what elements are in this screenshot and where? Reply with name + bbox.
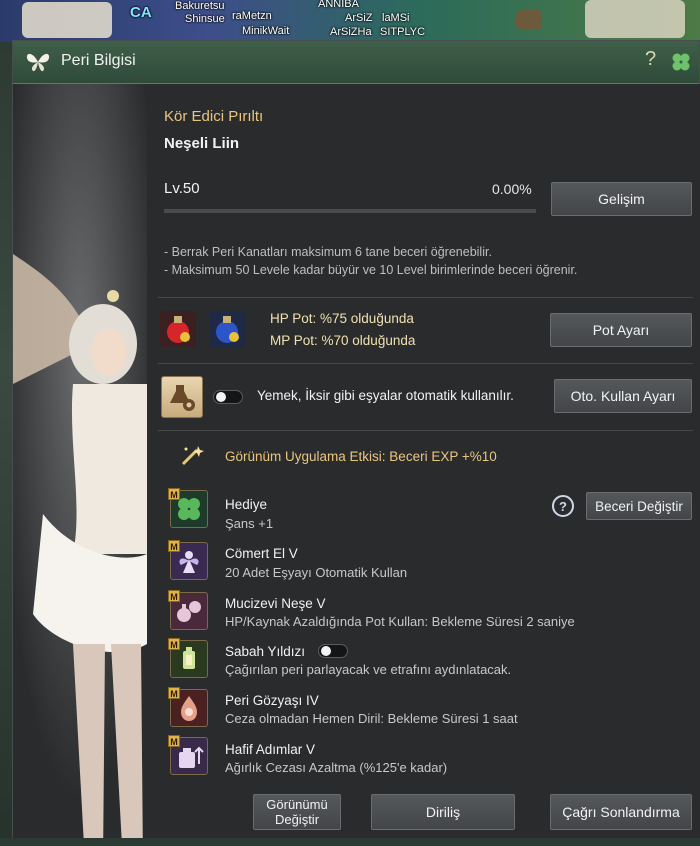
potion-settings-button[interactable]: Pot Ayarı [550, 313, 692, 347]
morning-star-toggle[interactable] [318, 644, 348, 658]
toggle-knob [216, 392, 226, 402]
master-badge: M [168, 735, 180, 747]
player-tag: laMSi [382, 12, 410, 24]
skill-desc: Ağırlık Cezası Azaltma (%125'e kadar) [225, 760, 448, 775]
player-tag: Bakuretsu [175, 0, 225, 12]
auto-use-toggle[interactable] [213, 390, 243, 404]
auto-use-settings-button[interactable]: Oto. Kullan Ayarı [554, 379, 692, 413]
peri-level: Lv.50 [164, 180, 200, 197]
master-badge: M [168, 488, 180, 500]
end-summon-button[interactable]: Çağrı Sonlandırma [550, 794, 692, 830]
skill-title: Mucizevi Neşe V [225, 596, 326, 611]
skill-title: Sabah Yıldızı [225, 644, 306, 659]
change-skill-button[interactable]: Beceri Değiştir [586, 492, 692, 520]
player-tag: ANNIBA [318, 0, 359, 10]
skill-help-icon[interactable]: ? [552, 495, 574, 517]
level-progress-text: 0.00% [492, 181, 532, 197]
arrow-icon [516, 10, 542, 30]
skill-desc: Ceza olmadan Hemen Diril: Bekleme Süresi… [225, 711, 518, 726]
skill-title: Cömert El V [225, 546, 298, 561]
auto-use-icon [161, 376, 203, 418]
level-progress-bar [164, 209, 536, 213]
change-appearance-button[interactable]: Görünümü Değiştir [253, 794, 341, 830]
pet-icons [22, 2, 112, 38]
revive-button[interactable]: Diriliş [371, 794, 515, 830]
potion-gear-icon [170, 385, 195, 411]
develop-button[interactable]: Gelişim [551, 182, 692, 216]
skill-title: Hafif Adımlar V [225, 742, 316, 757]
toggle-knob [321, 646, 331, 656]
guild-tag: CA [130, 4, 152, 21]
game-world-edge [0, 42, 12, 846]
hp-potion-icon [160, 311, 196, 347]
master-badge: M [168, 540, 180, 552]
peri-name: Neşeli Liin [164, 135, 240, 152]
mp-potion-icon [209, 311, 245, 347]
auto-use-text: Yemek, İksir gibi eşyalar otomatik kulla… [257, 388, 514, 403]
mp-potion-threshold: MP Pot: %70 olduğunda [270, 333, 416, 348]
butterfly-icon [26, 53, 50, 72]
game-world-edge [0, 838, 700, 846]
player-tag: ArSiZ [345, 12, 373, 24]
fairy-character-image [13, 84, 147, 838]
player-tag: raMetzn [232, 10, 272, 22]
pet-icons [585, 0, 685, 38]
skill-title: Hediye [225, 497, 268, 512]
divider [158, 363, 693, 364]
game-world-background: CA Bakuretsu Shinsue raMetzn ANNIBA ArSi… [0, 0, 700, 42]
skill-title: Peri Gözyaşı IV [225, 693, 319, 708]
appearance-effect-text: Görünüm Uygulama Etkisi: Beceri EXP +%10 [225, 449, 497, 464]
window-titlebar[interactable]: Peri Bilgisi ? [13, 41, 699, 84]
hp-potion-threshold: HP Pot: %75 olduğunda [270, 311, 414, 326]
master-badge: M [168, 638, 180, 650]
info-line: - Maksimum 50 Levele kadar büyür ve 10 L… [164, 263, 578, 277]
help-icon[interactable]: ? [645, 48, 656, 71]
master-badge: M [168, 590, 180, 602]
peri-skill-name: Kör Edici Pırıltı [164, 108, 264, 125]
info-line: - Berrak Peri Kanatları maksimum 6 tane … [164, 245, 492, 259]
divider [158, 297, 693, 298]
magic-wand-icon [181, 446, 204, 466]
divider [158, 430, 693, 431]
player-tag: SITPLYC [380, 26, 426, 38]
skill-desc: Şans +1 [225, 516, 274, 531]
skill-desc: HP/Kaynak Azaldığında Pot Kullan: Beklem… [225, 614, 575, 629]
window-title: Peri Bilgisi [61, 52, 136, 69]
peri-portrait [13, 84, 147, 838]
clover-icon[interactable] [670, 51, 692, 73]
skill-desc: 20 Adet Eşyayı Otomatik Kullan [225, 565, 408, 580]
player-tag: Shinsue [185, 13, 225, 25]
player-tag: ArSiZHa [330, 26, 372, 38]
skill-desc: Çağırılan peri parlayacak ve etrafını ay… [225, 662, 512, 677]
master-badge: M [168, 687, 180, 699]
player-tag: MinikWait [242, 25, 290, 37]
